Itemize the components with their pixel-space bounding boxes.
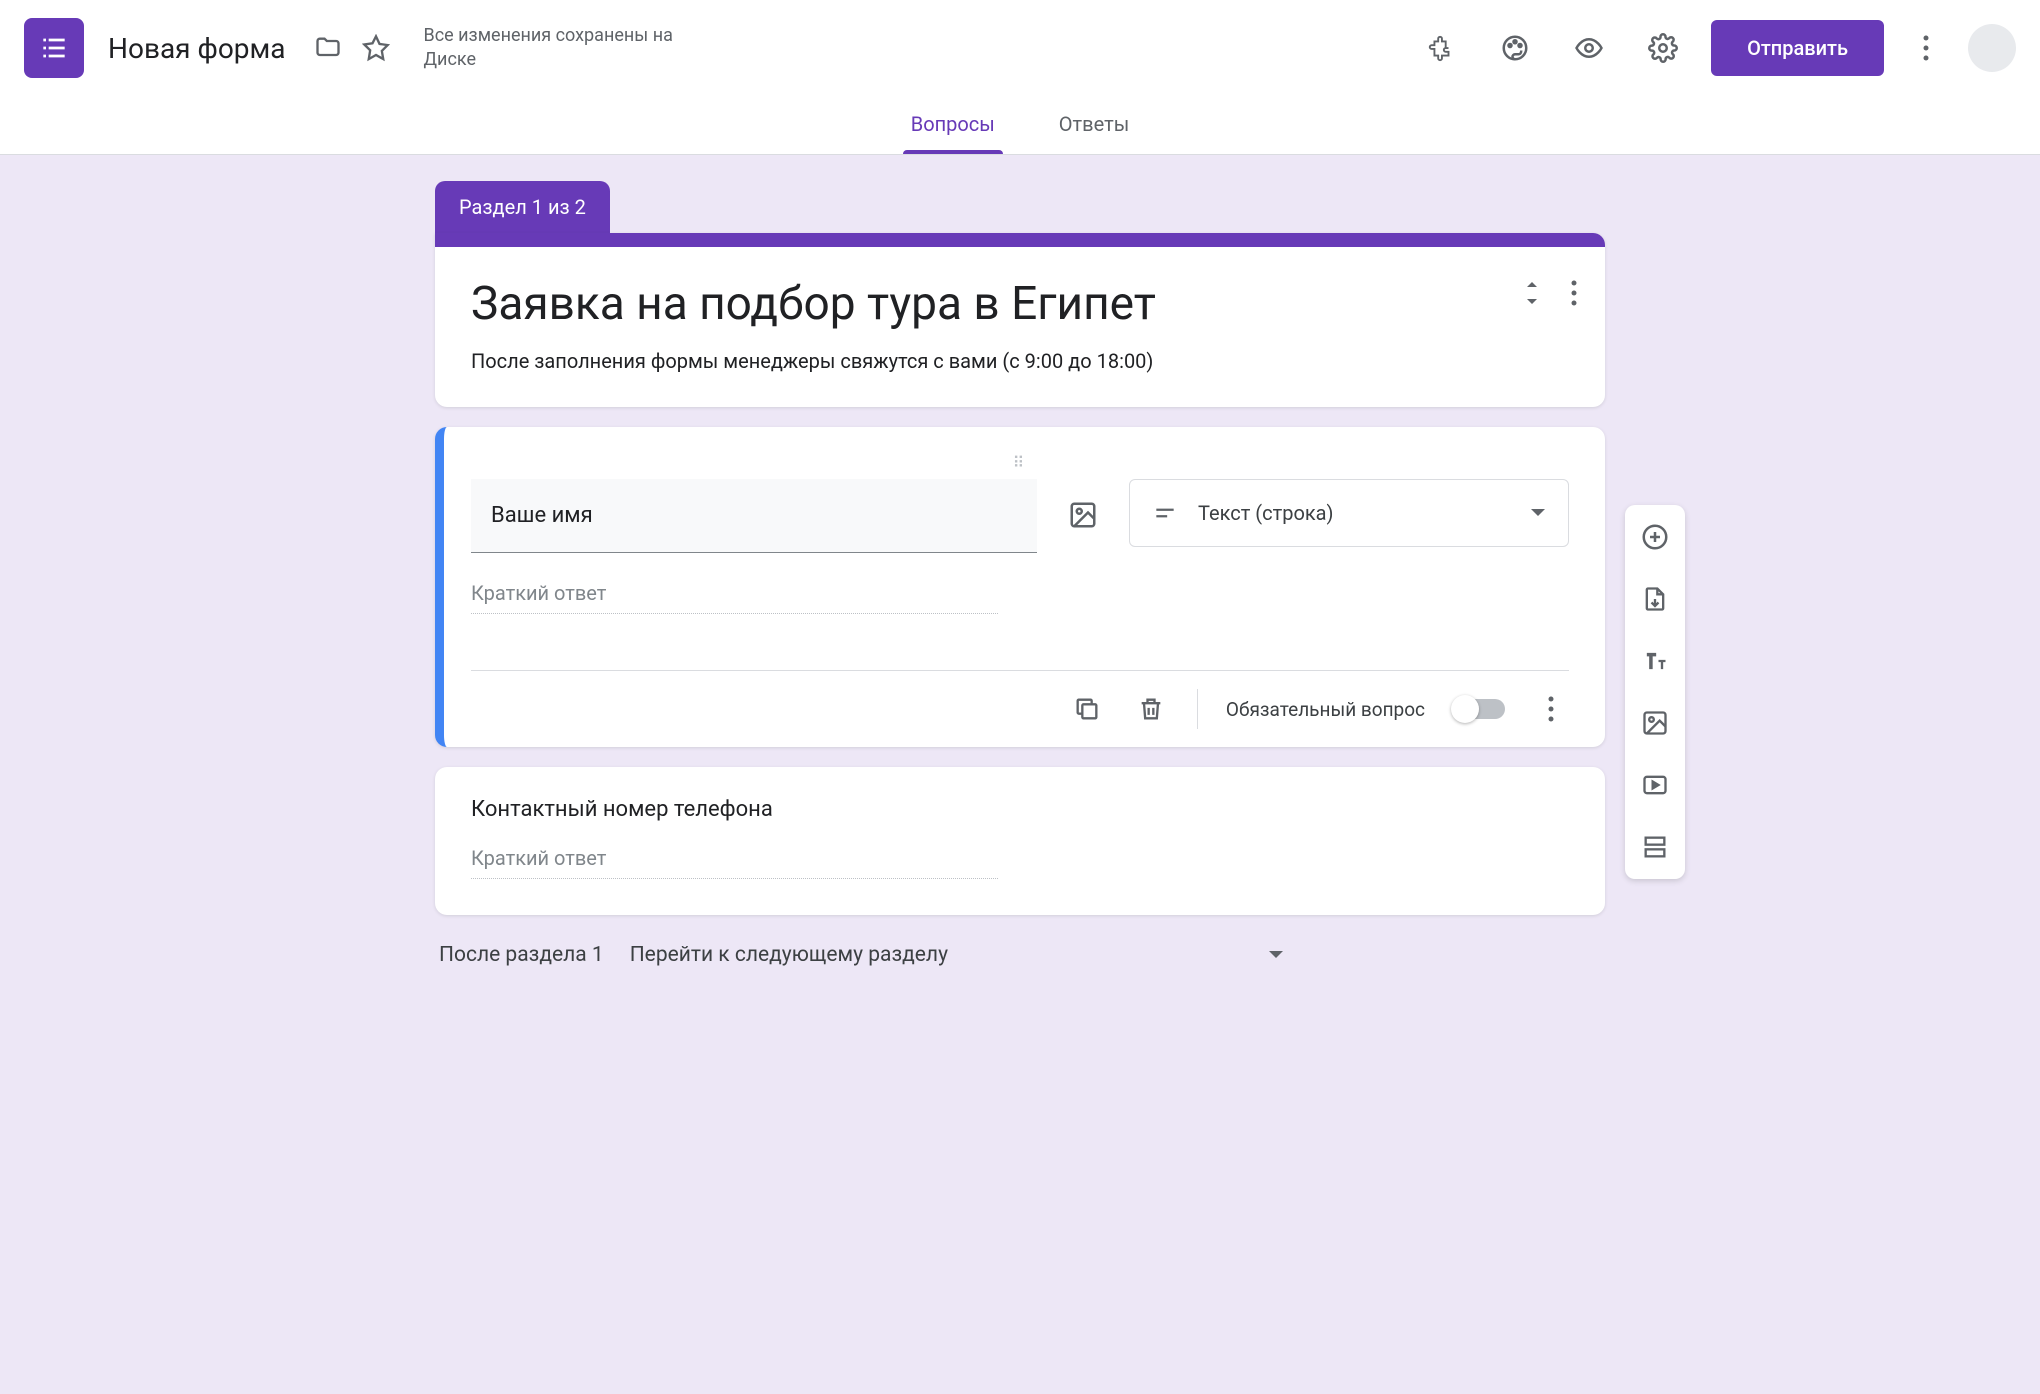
add-image-icon[interactable] [1635,703,1675,743]
question-card-inactive[interactable]: Контактный номер телефона Краткий ответ [435,767,1605,915]
question-type-label: Текст (строка) [1198,501,1334,525]
answer-placeholder: Краткий ответ [471,846,998,879]
tab-answers[interactable]: Ответы [1051,96,1137,154]
section-indicator: Раздел 1 из 2 [435,181,610,233]
add-image-icon[interactable] [1065,497,1101,533]
duplicate-icon[interactable] [1069,691,1105,727]
question-title[interactable]: Контактный номер телефона [471,797,1569,822]
card-more-icon[interactable] [1571,280,1577,306]
question-title-input[interactable] [471,479,1037,553]
required-toggle[interactable] [1453,699,1505,719]
after-section-select[interactable]: Перейти к следующему разделу [630,943,1284,967]
preview-icon[interactable] [1569,28,1609,68]
editor-canvas: Раздел 1 из 2 Заявка на подбор тура в Ег… [0,155,2040,1394]
document-title[interactable]: Новая форма [108,32,286,65]
side-toolbar [1625,505,1685,879]
addons-icon[interactable] [1421,28,1461,68]
more-icon[interactable] [1906,28,1946,68]
collapse-icon[interactable] [1521,279,1543,307]
settings-icon[interactable] [1643,28,1683,68]
short-text-icon [1152,500,1178,526]
after-section-action: Перейти к следующему разделу [630,943,948,967]
required-label: Обязательный вопрос [1226,698,1425,721]
add-question-icon[interactable] [1635,517,1675,557]
avatar[interactable] [1968,24,2016,72]
drag-handle-icon[interactable]: ⠿ [471,453,1569,471]
palette-icon[interactable] [1495,28,1535,68]
import-questions-icon[interactable] [1635,579,1675,619]
chevron-down-icon [1530,508,1546,518]
header: Новая форма Все изменения сохранены на Д… [0,0,2040,96]
form-header-card[interactable]: Заявка на подбор тура в Египет После зап… [435,233,1605,407]
question-type-select[interactable]: Текст (строка) [1129,479,1569,547]
after-section-row: После раздела 1 Перейти к следующему раз… [435,943,1605,967]
star-icon[interactable] [358,30,394,66]
send-button[interactable]: Отправить [1711,20,1884,76]
main-tabs: Вопросы Ответы [0,96,2040,155]
forms-logo[interactable] [24,18,84,78]
folder-icon[interactable] [310,30,346,66]
form-title[interactable]: Заявка на подбор тура в Египет [471,277,1569,331]
add-title-icon[interactable] [1635,641,1675,681]
after-section-label: После раздела 1 [439,943,604,967]
question-card-active[interactable]: ⠿ Текст (строка) Краткий ответ [435,427,1605,747]
add-video-icon[interactable] [1635,765,1675,805]
form-icon [38,32,70,64]
save-status: Все изменения сохранены на Диске [424,24,684,73]
form-description[interactable]: После заполнения формы менеджеры свяжутс… [471,349,1569,373]
question-more-icon[interactable] [1533,691,1569,727]
answer-placeholder: Краткий ответ [471,581,998,614]
add-section-icon[interactable] [1635,827,1675,867]
chevron-down-icon [1268,950,1284,960]
tab-questions[interactable]: Вопросы [903,96,1003,154]
delete-icon[interactable] [1133,691,1169,727]
